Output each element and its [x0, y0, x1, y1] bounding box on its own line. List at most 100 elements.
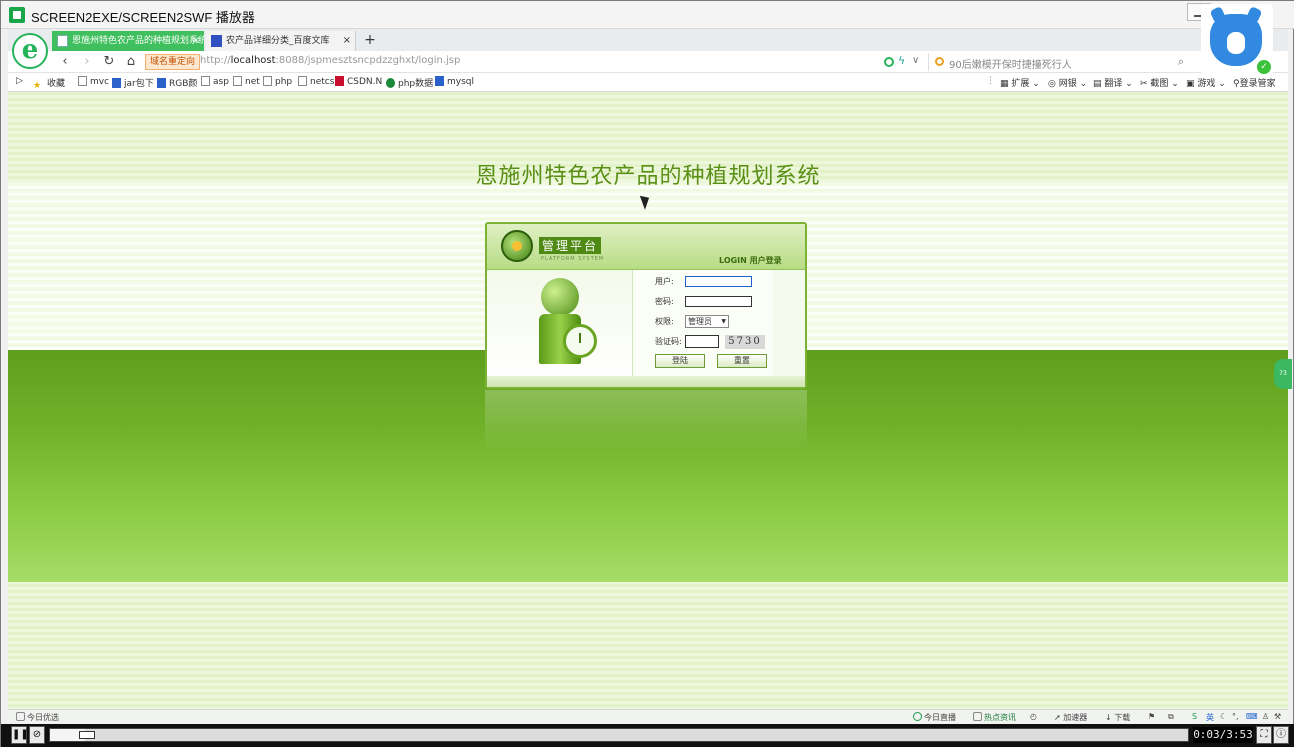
statusbar-news[interactable]: 热点资讯: [973, 712, 1016, 723]
bookmark-item[interactable]: ★ 收藏: [33, 76, 65, 91]
bookmark-item[interactable]: asp: [201, 76, 229, 87]
platform-title: 管理平台: [539, 237, 602, 254]
user-icon[interactable]: ♙: [1262, 712, 1269, 721]
captcha-label: 验证码:: [655, 337, 682, 346]
page-icon: [298, 76, 307, 86]
address-actions: ϟ ∨: [882, 54, 922, 70]
login-panel-header: 管理平台 PLATFORM SYSTEM LOGIN 用户登录: [487, 224, 805, 270]
window-title: SCREEN2EXE/SCREEN2SWF 播放器: [31, 10, 255, 25]
statusbar-accelerator[interactable]: ➚ 加速器: [1054, 712, 1087, 723]
more-icon[interactable]: ⋮: [986, 76, 995, 86]
keyboard-icon[interactable]: ⌨: [1246, 712, 1258, 721]
bookmark-item[interactable]: CSDN.N: [335, 76, 382, 87]
bookmark-item[interactable]: php数据: [386, 76, 433, 89]
redirect-badge[interactable]: 域名重定向: [145, 54, 201, 70]
username-label: 用户:: [655, 277, 674, 286]
bookmark-item[interactable]: mysql: [435, 76, 474, 87]
statusbar-flag-icon[interactable]: ⚑: [1148, 712, 1155, 721]
login-button[interactable]: 登陆: [655, 354, 705, 368]
ime-logo-icon[interactable]: S: [1192, 712, 1197, 721]
tab-close-icon[interactable]: ×: [343, 31, 351, 51]
page-icon: [78, 76, 87, 86]
search-engine-icon: [935, 57, 944, 66]
page-icon: [112, 78, 121, 88]
bookmark-item[interactable]: mvc: [78, 76, 109, 87]
captcha-input[interactable]: [685, 335, 719, 348]
statusbar-cleanup-icon[interactable]: ◴: [1030, 712, 1037, 721]
player-window: SCREEN2EXE/SCREEN2SWF 播放器 e 恩施州特色农产品的种植规…: [0, 0, 1294, 747]
toolbar-login-manager[interactable]: ⚲登录管家: [1233, 76, 1276, 89]
new-tab-button[interactable]: +: [362, 31, 378, 49]
toolbar-extensions[interactable]: ▦ 扩展 ⌄: [1000, 76, 1040, 89]
bookmark-item[interactable]: net: [233, 76, 260, 87]
lightning-icon[interactable]: ϟ: [898, 54, 905, 67]
wrench-icon[interactable]: ⚒: [1274, 712, 1281, 721]
window-titlebar: SCREEN2EXE/SCREEN2SWF 播放器: [1, 1, 1294, 29]
reload-icon[interactable]: ↻: [100, 53, 118, 71]
bookmarks-bar: ▷ ★ 收藏 mvc jar包下 RGB颜 asp net php netcs C…: [8, 73, 1288, 92]
page-title: 恩施州特色农产品的种植规划系统: [475, 164, 821, 189]
home-icon[interactable]: ⌂: [122, 53, 140, 71]
back-icon[interactable]: ‹: [56, 53, 74, 71]
login-label: LOGIN 用户登录: [719, 256, 782, 265]
chevron-down-icon[interactable]: ∨: [912, 55, 919, 66]
moon-icon[interactable]: ☾: [1220, 712, 1227, 721]
tab-label: 恩施州特色农产品的种植规划系统: [72, 36, 204, 46]
seek-bar[interactable]: [49, 728, 1189, 742]
security-icon[interactable]: [884, 57, 894, 67]
baidu-favicon-icon: [211, 35, 222, 47]
browser-statusbar: 今日优选 今日直播 热点资讯 ◴ ➚ 加速器 ↓ 下载 ⚑ ⧉ S 英 ☾ °,…: [8, 709, 1288, 724]
side-float-badge[interactable]: 73: [1274, 359, 1292, 389]
mascot-face-icon: [1210, 14, 1262, 66]
statusbar-window-icon[interactable]: ⧉: [1168, 712, 1174, 722]
address-bar: ‹ › ↻ ⌂ 域名重定向 http://localhost:8088/jspm…: [8, 51, 1288, 73]
phone-icon: [973, 712, 982, 721]
punctuation-icon[interactable]: °,: [1232, 712, 1239, 721]
username-input[interactable]: [685, 276, 752, 287]
page-icon: [201, 76, 210, 86]
player-controls: ❚❚ ⊘ 0:03/3:53 ⛶ ⓘ: [1, 724, 1294, 747]
role-select[interactable]: 管理员 ▼: [685, 315, 729, 328]
url-field[interactable]: http://localhost:8088/jspmesztsncpdzzghx…: [200, 55, 460, 66]
platform-logo-icon: [501, 230, 533, 262]
mascot-overlay[interactable]: ✓: [1201, 4, 1273, 76]
toolbar-banking[interactable]: ◎ 网银 ⌄: [1048, 76, 1087, 89]
ime-language[interactable]: 英: [1206, 712, 1214, 723]
tab-baidu-wenku[interactable]: 农产品详细分类_百度文库 ×: [206, 31, 356, 51]
statusbar-today-picks[interactable]: 今日优选: [16, 712, 59, 723]
csdn-icon: [335, 76, 344, 86]
tab-login-page[interactable]: 恩施州特色农产品的种植规划系统 ×: [52, 31, 204, 51]
bookmark-item[interactable]: RGB颜: [157, 76, 197, 89]
search-icon[interactable]: ⌕: [1178, 55, 1184, 69]
role-label: 权限:: [655, 317, 674, 326]
toolbar-games[interactable]: ▣ 游戏 ⌄: [1186, 76, 1226, 89]
statusbar-live[interactable]: 今日直播: [913, 712, 956, 723]
search-input[interactable]: 90后嫩模开保时捷撞死行人 ⌕: [928, 53, 1184, 71]
tab-close-icon[interactable]: ×: [192, 31, 200, 51]
tab-strip: e 恩施州特色农产品的种植规划系统 × 农产品详细分类_百度文库 × +: [8, 29, 1288, 69]
forward-icon[interactable]: ›: [78, 53, 96, 71]
search-placeholder: 90后嫩模开保时捷撞死行人: [949, 60, 1072, 71]
captcha-image[interactable]: 5730: [725, 335, 765, 349]
password-input[interactable]: [685, 296, 752, 307]
browser-logo-icon[interactable]: e: [12, 33, 48, 69]
info-button[interactable]: ⓘ: [1273, 726, 1289, 744]
toolbar-translate[interactable]: ▤ 翻译 ⌄: [1093, 76, 1133, 89]
statusbar-download[interactable]: ↓ 下载: [1105, 712, 1130, 723]
login-panel-reflection: [485, 390, 807, 450]
toolbar-screenshot[interactable]: ✂ 截图 ⌄: [1140, 76, 1179, 89]
fullscreen-button[interactable]: ⛶: [1256, 726, 1272, 744]
browser-window: e 恩施州特色农产品的种植规划系统 × 农产品详细分类_百度文库 × + ‹ ›…: [8, 29, 1292, 724]
bookmarks-toggle-icon[interactable]: ▷: [16, 76, 23, 86]
page-icon: [233, 76, 242, 86]
stop-button[interactable]: ⊘: [29, 726, 45, 744]
bookmark-item[interactable]: netcs: [298, 76, 334, 87]
page-content: 恩施州特色农产品的种植规划系统 管理平台 PLATFORM SYSTEM LOG…: [8, 92, 1288, 709]
bookmark-item[interactable]: jar包下: [112, 76, 154, 89]
bookmark-item[interactable]: php: [263, 76, 292, 87]
app-icon: [9, 7, 25, 23]
reset-button[interactable]: 重置: [717, 354, 767, 368]
page-icon: [157, 78, 166, 88]
seek-bar-thumb[interactable]: [79, 731, 95, 739]
pause-button[interactable]: ❚❚: [11, 726, 29, 744]
